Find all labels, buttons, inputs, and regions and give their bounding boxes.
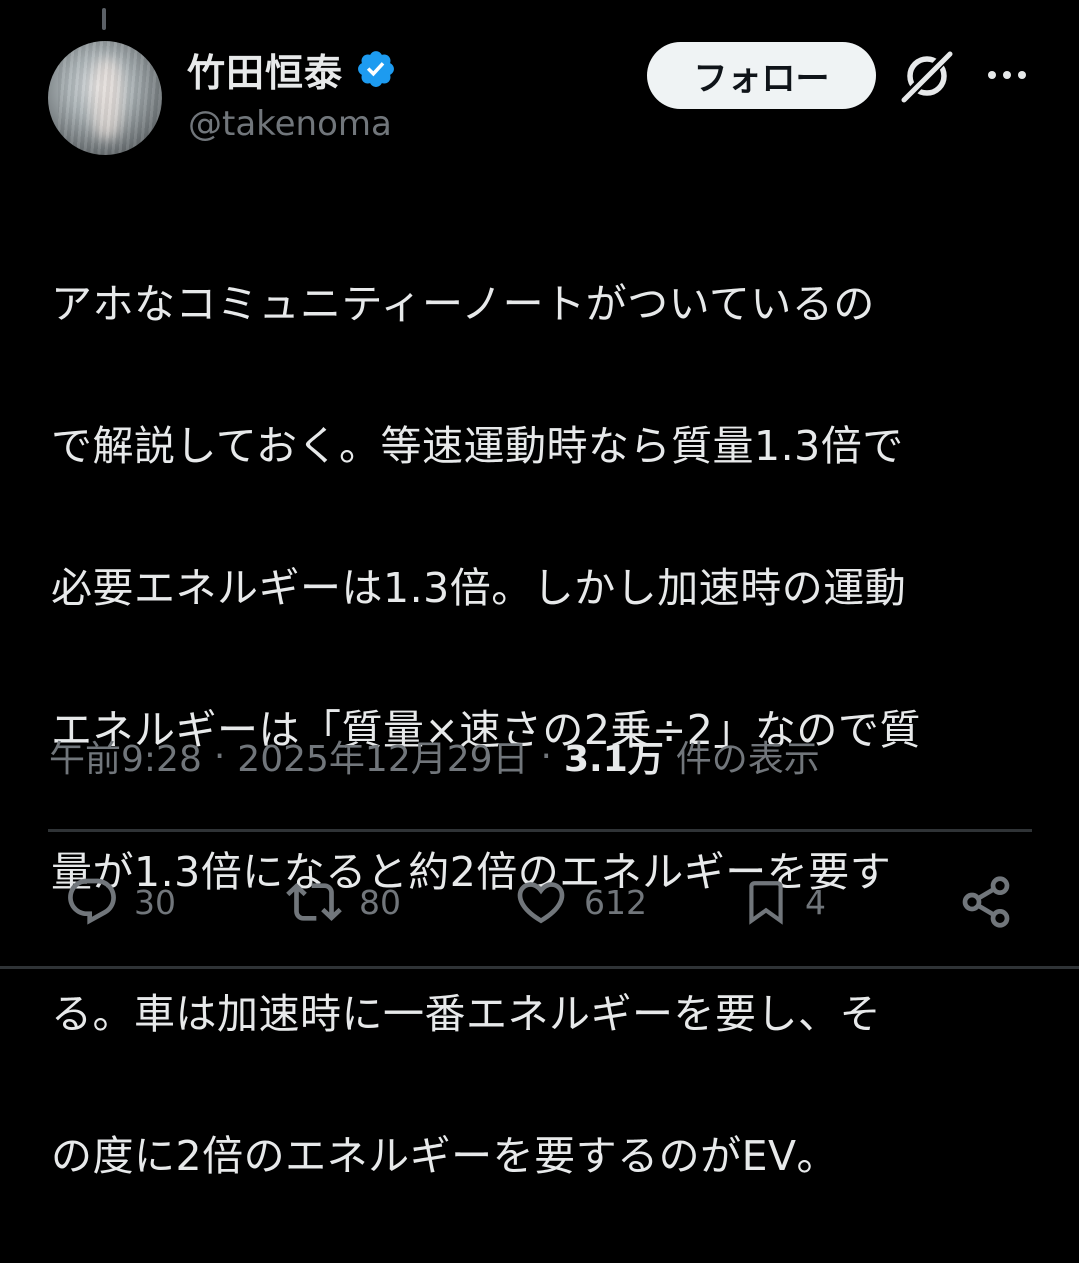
reply-icon: [68, 878, 116, 925]
meta-separator: ·: [213, 735, 226, 777]
follow-button[interactable]: フォロー: [647, 42, 876, 109]
repost-count: 80: [359, 882, 401, 922]
views-label[interactable]: 件の表示: [676, 730, 820, 782]
reply-button[interactable]: 30: [64, 866, 176, 938]
tweet-date[interactable]: 2025年12月29日: [237, 730, 528, 782]
grok-icon[interactable]: [898, 48, 958, 104]
share-button[interactable]: [958, 866, 1014, 938]
tweet-line: アホなコミュニティーノートがついているの: [51, 280, 875, 328]
share-icon: [962, 876, 1010, 928]
tweet-meta: 午前9:28 · 2025年12月29日 · 3.1万 件の表示: [49, 730, 820, 782]
meta-separator: ·: [540, 735, 552, 777]
action-bar: 30 80 612 4: [0, 866, 1079, 938]
tweet-line: る。車は加速時に一番エネルギーを要し、そ: [51, 990, 881, 1038]
divider: [48, 829, 1032, 832]
reply-count: 30: [134, 882, 176, 922]
more-dots-icon[interactable]: [985, 60, 1029, 90]
avatar[interactable]: [48, 41, 162, 155]
bookmark-icon: [749, 881, 783, 925]
author-display-name[interactable]: 竹田恒泰: [187, 42, 343, 97]
bookmark-count: 4: [805, 882, 826, 922]
thread-connector-line: [102, 8, 106, 30]
bookmark-button[interactable]: 4: [741, 866, 826, 938]
verified-badge-icon[interactable]: [355, 48, 397, 90]
tweet-line: の度に2倍のエネルギーを要するのがEV。: [51, 1132, 839, 1180]
like-count: 612: [584, 882, 647, 922]
repost-button[interactable]: 80: [283, 866, 401, 938]
views-count[interactable]: 3.1万: [564, 730, 664, 782]
bottom-divider: [0, 966, 1079, 969]
author-handle[interactable]: @takenoma: [188, 104, 392, 144]
tweet-time[interactable]: 午前9:28: [49, 730, 202, 782]
author-name-row: 竹田恒泰: [187, 43, 397, 95]
heart-icon: [517, 882, 565, 924]
repost-icon: [286, 883, 342, 921]
tweet-line: で解説しておく。等速運動時なら質量1.3倍で: [51, 422, 904, 470]
tweet-line: 必要エネルギーは1.3倍。しかし加速時の運動: [51, 564, 907, 612]
like-button[interactable]: 612: [512, 866, 647, 938]
